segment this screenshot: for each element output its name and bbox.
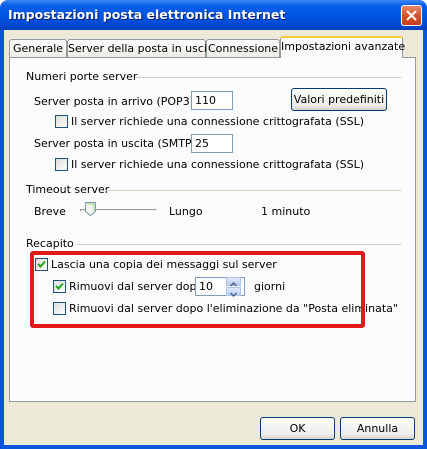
timeout-group-label: Timeout server: [26, 183, 110, 196]
highlight-box: [30, 251, 365, 328]
outgoing-ssl-checkbox[interactable]: [55, 158, 68, 171]
defaults-button[interactable]: Valori predefiniti: [291, 88, 387, 111]
cancel-button[interactable]: Annulla: [340, 417, 415, 440]
timeout-long-label: Lungo: [169, 205, 203, 218]
dialog-window: Impostazioni posta elettronica Internet …: [0, 0, 427, 449]
incoming-ssl-label: Il server richiede una connessione critt…: [71, 115, 365, 128]
close-icon: [406, 10, 417, 21]
tab-server-posta-uscita[interactable]: Server della posta in uscita: [67, 39, 218, 57]
close-button[interactable]: [401, 5, 422, 26]
ports-group-label: Numeri porte server: [26, 70, 138, 83]
group-divider: [75, 244, 401, 245]
tab-label: Server della posta in uscita: [68, 42, 219, 55]
tab-generale[interactable]: Generale: [9, 39, 67, 57]
outgoing-port-label: Server posta in uscita (SMTP):: [34, 137, 200, 150]
tab-impostazioni-avanzate[interactable]: Impostazioni avanzate: [280, 36, 406, 58]
timeout-short-label: Breve: [34, 205, 66, 218]
tab-label: Impostazioni avanzate: [281, 40, 406, 53]
timeout-slider-thumb[interactable]: [85, 202, 97, 216]
window-title: Impostazioni posta elettronica Internet: [8, 7, 286, 22]
tab-connessione[interactable]: Connessione: [206, 39, 280, 57]
ok-button[interactable]: OK: [260, 417, 335, 440]
delivery-group-label: Recapito: [26, 237, 74, 250]
group-divider: [105, 190, 401, 191]
tab-label: Generale: [12, 42, 64, 55]
title-bar[interactable]: Impostazioni posta elettronica Internet: [0, 0, 427, 30]
group-divider: [135, 77, 401, 78]
incoming-ssl-checkbox[interactable]: [55, 115, 68, 128]
incoming-port-label: Server posta in arrivo (POP3):: [34, 95, 198, 108]
dialog-body: Generale Server della posta in uscita Co…: [4, 30, 423, 445]
timeout-value: 1 minuto: [261, 205, 311, 218]
outgoing-ssl-label: Il server richiede una connessione critt…: [71, 158, 365, 171]
tab-label: Connessione: [207, 42, 279, 55]
incoming-port-input[interactable]: 110: [191, 91, 233, 110]
outgoing-port-input[interactable]: 25: [191, 134, 233, 153]
